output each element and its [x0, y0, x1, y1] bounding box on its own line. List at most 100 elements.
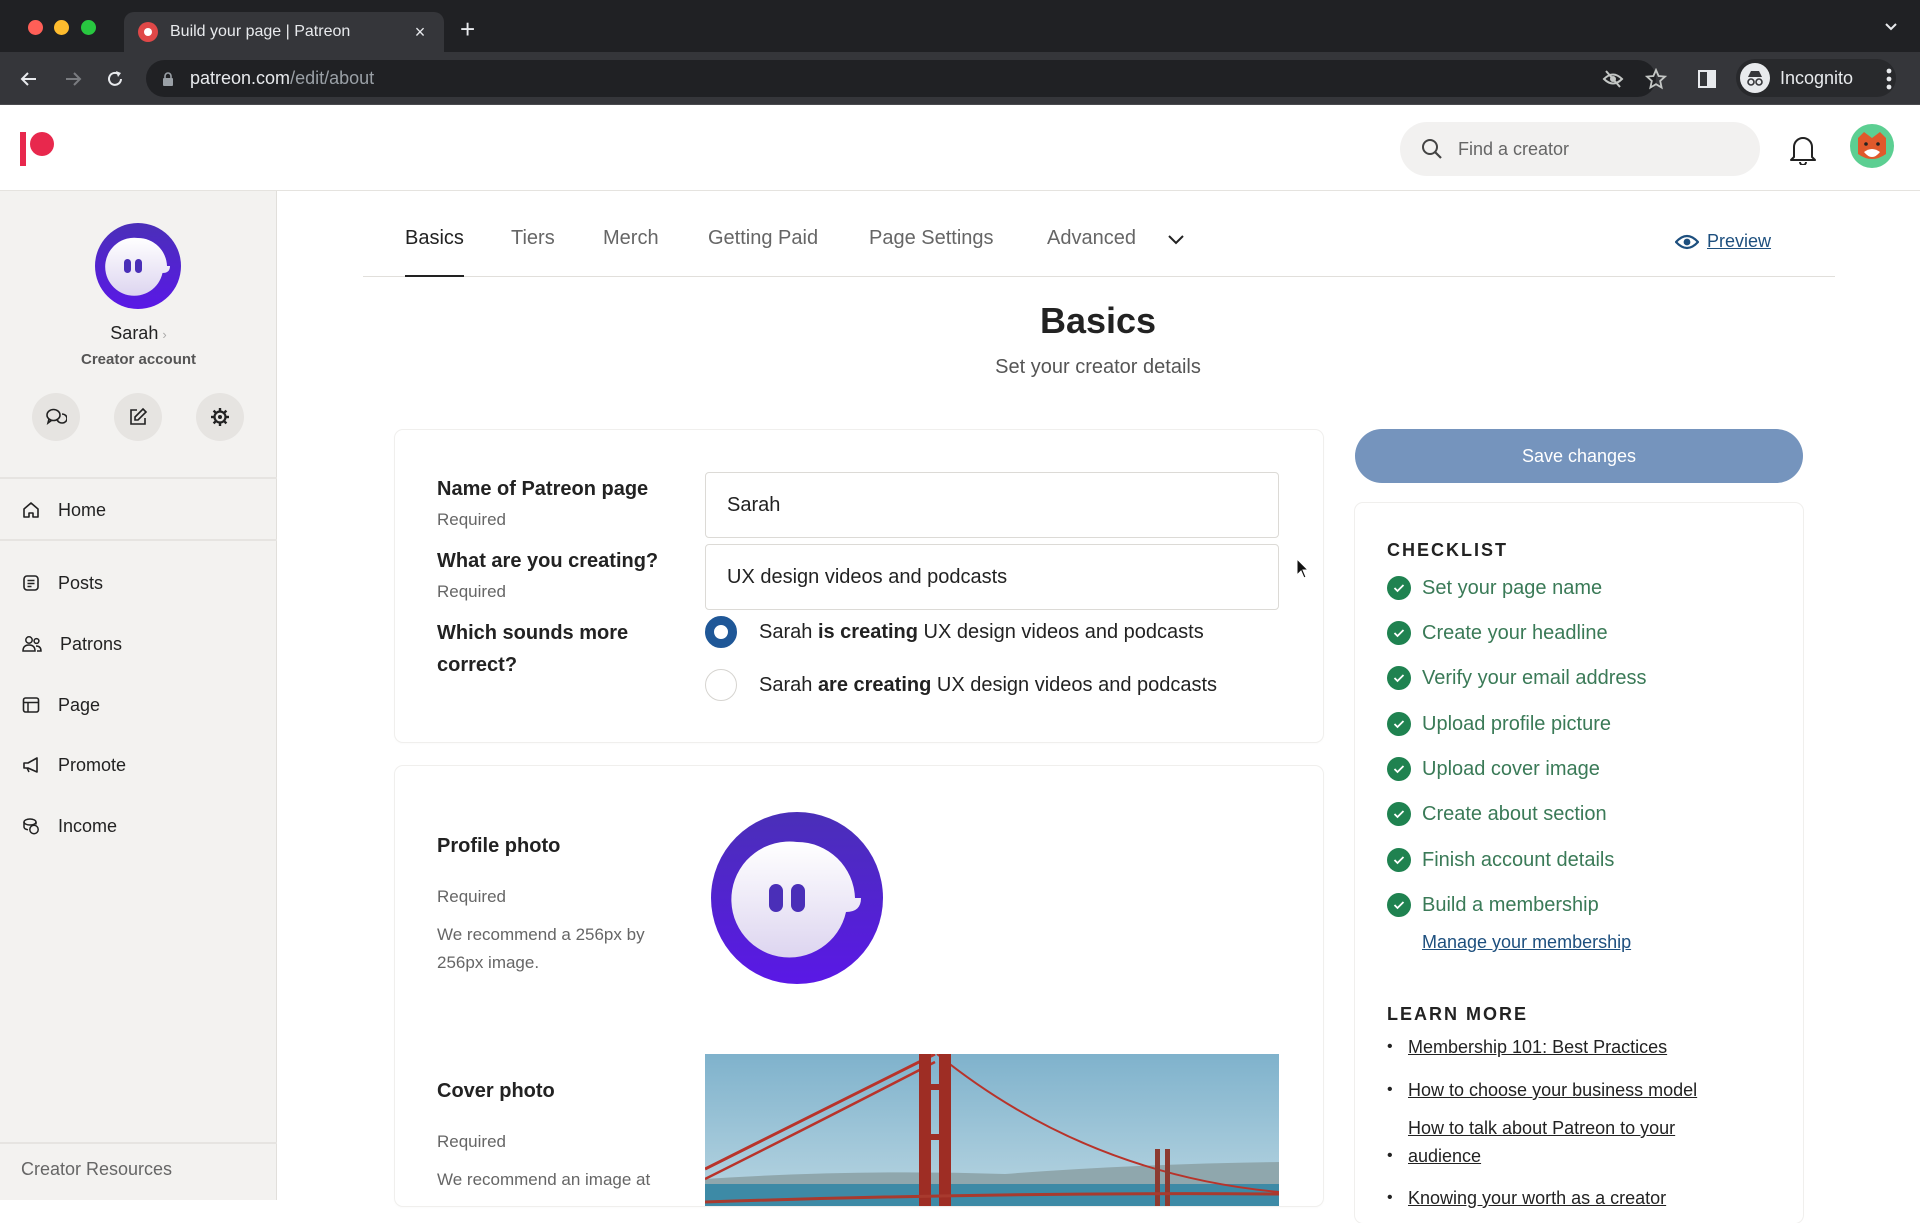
chevron-down-icon[interactable]: [1166, 229, 1186, 249]
check-circle-icon: [1387, 621, 1411, 645]
creator-details-card: Name of Patreon page Required What are y…: [395, 430, 1323, 742]
megaphone-icon: [23, 757, 38, 773]
sidebar-user-name[interactable]: Sarah ›: [0, 323, 277, 344]
settings-button[interactable]: [196, 393, 244, 441]
back-button[interactable]: [16, 66, 42, 92]
fox-avatar-icon: [1858, 132, 1886, 159]
learn-more-link[interactable]: How to talk about Patreon to your audien…: [1408, 1114, 1717, 1170]
profile-photo-label: Profile photo: [437, 835, 561, 857]
preview-link[interactable]: Preview: [1675, 231, 1771, 252]
sidebar-item-label: Page: [58, 694, 101, 715]
sidebar-item-posts[interactable]: Posts: [0, 559, 277, 607]
learn-more-link[interactable]: Membership 101: Best Practices: [1408, 1033, 1667, 1061]
creator-resources-link[interactable]: Creator Resources: [21, 1159, 172, 1180]
page-name-input[interactable]: [705, 472, 1279, 538]
tab-advanced[interactable]: Advanced: [1047, 227, 1136, 277]
bullet: •: [1387, 1147, 1393, 1164]
search-bar[interactable]: [1400, 122, 1760, 176]
lock-icon: [163, 71, 173, 86]
learn-more-link[interactable]: How to choose your business model: [1408, 1076, 1697, 1104]
sidebar-divider: [0, 539, 277, 541]
window-close-button[interactable]: [28, 20, 43, 35]
new-tab-button[interactable]: +: [460, 16, 475, 42]
grammar-option-are-creating[interactable]: Sarah are creating UX design videos and …: [705, 669, 1217, 701]
eye-icon: [1675, 234, 1699, 249]
profile-photo-preview[interactable]: [711, 812, 883, 984]
browser-menu-icon[interactable]: [1886, 68, 1892, 90]
save-changes-button[interactable]: Save changes: [1355, 429, 1803, 483]
url-path: /edit/about: [290, 68, 375, 88]
sidebar: Sarah › Creator account Home Posts Patron…: [0, 191, 277, 1200]
bullet: •: [1387, 1038, 1393, 1055]
sidebar-item-patrons[interactable]: Patrons: [0, 620, 277, 668]
bullet: •: [1387, 1081, 1393, 1098]
create-post-button[interactable]: [114, 393, 162, 441]
learn-more-item[interactable]: • How to choose your business model: [1387, 1076, 1697, 1104]
photos-card: Profile photo Required We recommend a 25…: [395, 766, 1323, 1206]
reload-icon: [108, 71, 122, 86]
radio-label-post: UX design videos and podcasts: [917, 620, 1204, 643]
creator-avatar[interactable]: [95, 223, 181, 309]
tab-merch[interactable]: Merch: [603, 227, 659, 277]
tab-page-settings[interactable]: Page Settings: [869, 227, 994, 277]
learn-more-item[interactable]: • How to talk about Patreon to your audie…: [1387, 1114, 1717, 1170]
grammar-option-is-creating[interactable]: Sarah is creating UX design videos and p…: [705, 616, 1204, 648]
radio-unselected[interactable]: [705, 669, 737, 701]
radio-label-post: UX design videos and podcasts: [931, 673, 1218, 696]
logo-bar: [20, 132, 26, 166]
url-text: patreon.com/edit/about: [190, 68, 374, 89]
learn-more-item[interactable]: • Membership 101: Best Practices: [1387, 1033, 1667, 1061]
page-subtitle: Set your creator details: [995, 356, 1201, 378]
tab-close-icon[interactable]: ×: [410, 22, 430, 43]
messages-button[interactable]: [32, 393, 80, 441]
cover-size-hint: We recommend an image at: [437, 1170, 651, 1189]
sidebar-item-income[interactable]: Income: [0, 802, 277, 850]
search-input[interactable]: [1458, 138, 1718, 160]
tab-search-chevron-icon[interactable]: [1884, 20, 1898, 34]
account-type: Creator account: [80, 351, 197, 368]
checklist-item: Verify your email address: [1387, 666, 1647, 690]
profile-required-hint: Required: [437, 887, 506, 906]
user-avatar[interactable]: [1850, 124, 1894, 168]
checklist-item: Create about section: [1387, 802, 1607, 826]
tab-getting-paid[interactable]: Getting Paid: [708, 227, 818, 277]
incognito-profile-button[interactable]: Incognito: [1736, 59, 1896, 97]
creating-input[interactable]: [705, 544, 1279, 610]
learn-more-link[interactable]: Knowing your worth as a creator: [1408, 1184, 1666, 1212]
name-field-label: Name of Patreon page: [437, 478, 649, 500]
coins-icon: [23, 818, 39, 835]
browser-tab[interactable]: Build your page | Patreon ×: [124, 12, 444, 52]
checklist-item: Upload cover image: [1387, 757, 1600, 781]
bookmark-star-icon[interactable]: [1645, 68, 1667, 90]
radio-selected[interactable]: [705, 616, 737, 648]
reload-button[interactable]: [102, 66, 128, 92]
forward-button[interactable]: [60, 66, 86, 92]
patreon-logo[interactable]: [20, 132, 56, 166]
sidebar-item-home[interactable]: Home: [0, 486, 277, 534]
window-maximize-button[interactable]: [81, 20, 96, 35]
radio-label-bold: is creating: [817, 620, 918, 643]
gear-icon: [211, 408, 229, 426]
side-panel-icon[interactable]: [1698, 70, 1716, 88]
window-minimize-button[interactable]: [54, 20, 69, 35]
checklist-item-label: Finish account details: [1422, 848, 1615, 871]
grammar-field-label: Which sounds more correct?: [437, 622, 629, 676]
chat-bubbles-icon: [46, 408, 67, 425]
tab-tiers[interactable]: Tiers: [511, 227, 555, 277]
checklist-heading: CHECKLIST: [1387, 540, 1508, 560]
learn-more-heading: LEARN MORE: [1387, 1004, 1528, 1024]
checklist-panel: CHECKLIST Set your page name Create your…: [1355, 503, 1803, 1223]
tab-basics[interactable]: Basics: [405, 227, 464, 277]
sidebar-item-promote[interactable]: Promote: [0, 741, 277, 789]
cover-photo-preview[interactable]: [705, 1054, 1279, 1206]
notifications-bell-icon[interactable]: [1788, 133, 1818, 165]
sidebar-item-label: Patrons: [60, 633, 123, 654]
back-arrow-icon: [20, 72, 36, 86]
sidebar-item-page[interactable]: Page: [0, 681, 277, 729]
learn-more-item[interactable]: • Knowing your worth as a creator: [1387, 1184, 1666, 1212]
tab-title: Build your page | Patreon: [170, 23, 351, 40]
checklist-item-label: Build a membership: [1422, 893, 1599, 916]
manage-membership-link[interactable]: Manage your membership: [1422, 932, 1631, 953]
eye-slash-icon[interactable]: [1602, 68, 1624, 90]
address-bar[interactable]: patreon.com/edit/about: [146, 60, 1667, 97]
